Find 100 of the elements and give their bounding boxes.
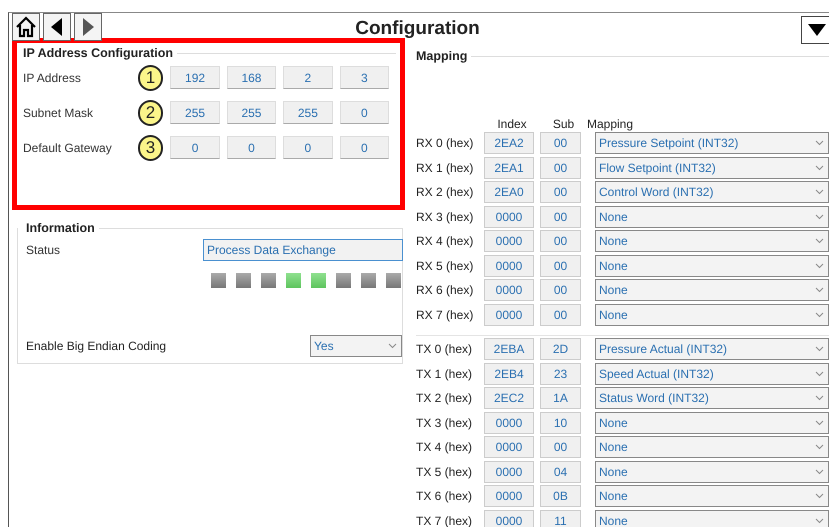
mapping-dropdown[interactable]: None <box>595 254 829 277</box>
chevron-down-icon <box>815 312 824 318</box>
endian-dropdown[interactable]: Yes <box>310 335 402 357</box>
mapping-dropdown[interactable]: None <box>595 206 829 228</box>
status-field[interactable]: Process Data Exchange <box>203 239 403 261</box>
channel-label: RX 7 (hex) <box>416 308 474 322</box>
mapping-dropdown[interactable]: None <box>595 436 829 458</box>
channel-label: RX 2 (hex) <box>416 185 474 200</box>
mapping-dropdown[interactable]: None <box>595 279 829 302</box>
channel-label: RX 1 (hex) <box>416 160 474 175</box>
sub-field[interactable]: 00 <box>540 436 581 458</box>
sub-field[interactable]: 23 <box>540 362 581 385</box>
chevron-down-icon <box>815 420 824 426</box>
octet-field[interactable]: 0 <box>340 136 390 159</box>
home-button[interactable] <box>12 13 40 41</box>
index-field[interactable]: 0000 <box>484 412 534 434</box>
field-label: Enable Big Endian Coding <box>26 339 166 353</box>
channel-label: TX 1 (hex) <box>416 366 474 381</box>
sub-field[interactable]: 10 <box>540 412 581 434</box>
index-field[interactable]: 2EA1 <box>484 156 534 179</box>
chevron-down-icon <box>815 444 824 450</box>
sub-field[interactable]: 11 <box>540 510 581 527</box>
down-triangle-icon <box>808 24 826 36</box>
mapping-dropdown[interactable]: None <box>595 230 829 252</box>
chevron-down-icon <box>815 164 824 171</box>
chevron-down-icon <box>815 262 824 269</box>
index-field[interactable]: 0000 <box>484 436 534 458</box>
column-header: Index <box>496 117 528 131</box>
callout-number: 3 <box>138 134 164 160</box>
mapping-dropdown[interactable]: None <box>595 510 829 527</box>
index-field[interactable]: 2EA2 <box>484 132 534 154</box>
forward-button[interactable] <box>74 13 102 41</box>
index-field[interactable]: 0000 <box>484 460 534 483</box>
octet-field[interactable]: 0 <box>283 136 333 159</box>
left-triangle-icon <box>51 18 63 36</box>
index-field[interactable]: 0000 <box>484 230 534 252</box>
octet-field[interactable]: 255 <box>283 101 333 124</box>
mapping-dropdown[interactable]: Status Word (INT32) <box>595 387 829 410</box>
field-label: Subnet Mask <box>23 106 94 120</box>
chevron-down-icon <box>815 370 824 377</box>
index-field[interactable]: 0000 <box>484 279 534 302</box>
octet-field[interactable]: 168 <box>226 66 276 89</box>
octet-field[interactable]: 192 <box>170 66 220 89</box>
sub-field[interactable]: 00 <box>540 132 581 154</box>
sub-field[interactable]: 00 <box>540 230 581 252</box>
mapping-dropdown[interactable]: None <box>595 485 829 508</box>
octet-field[interactable]: 2 <box>283 66 333 89</box>
octet-field[interactable]: 0 <box>170 136 220 159</box>
channel-label: RX 4 (hex) <box>416 234 474 248</box>
index-field[interactable]: 0000 <box>484 254 534 277</box>
sub-field[interactable]: 00 <box>540 156 581 179</box>
index-field[interactable]: 0000 <box>484 206 534 228</box>
channel-label: TX 3 (hex) <box>416 416 474 430</box>
index-field[interactable]: 2EA0 <box>484 181 534 204</box>
mapping-dropdown[interactable]: Speed Actual (INT32) <box>595 362 829 385</box>
index-field[interactable]: 0000 <box>484 510 534 527</box>
mapping-dropdown[interactable]: None <box>595 460 829 483</box>
sub-field[interactable]: 2D <box>540 338 581 360</box>
index-field[interactable]: 0000 <box>484 485 534 508</box>
mapping-dropdown[interactable]: Flow Setpoint (INT32) <box>595 156 829 179</box>
home-icon <box>15 16 37 38</box>
mapping-dropdown[interactable]: Control Word (INT32) <box>595 181 829 204</box>
octet-field[interactable]: 0 <box>226 136 276 159</box>
sub-field[interactable]: 00 <box>540 206 581 228</box>
back-button[interactable] <box>43 13 71 41</box>
octet-field[interactable]: 0 <box>340 101 390 124</box>
field-label: Status <box>26 243 62 257</box>
sub-field[interactable]: 00 <box>540 254 581 277</box>
channel-label: RX 3 (hex) <box>416 210 474 224</box>
sub-field[interactable]: 1A <box>540 387 581 410</box>
octet-field[interactable]: 3 <box>340 66 390 89</box>
mapping-dropdown[interactable]: None <box>595 304 829 326</box>
index-field[interactable]: 2EBA <box>484 338 534 360</box>
index-field[interactable]: 2EC2 <box>484 387 534 410</box>
index-field[interactable]: 2EB4 <box>484 362 534 385</box>
sub-field[interactable]: 00 <box>540 279 581 302</box>
sub-field[interactable]: 0B <box>540 485 581 508</box>
chevron-down-icon <box>815 518 824 524</box>
octet-field[interactable]: 255 <box>170 101 220 124</box>
menu-button[interactable] <box>801 16 829 44</box>
sub-field[interactable]: 00 <box>540 181 581 204</box>
callout-number: 2 <box>138 100 164 126</box>
chevron-down-icon <box>388 343 397 349</box>
index-field[interactable]: 0000 <box>484 304 534 326</box>
mapping-dropdown[interactable]: None <box>595 412 829 434</box>
channel-label: RX 6 (hex) <box>416 283 474 298</box>
chevron-down-icon <box>815 346 824 352</box>
callout-number: 1 <box>138 64 164 90</box>
mapping-dropdown[interactable]: Pressure Actual (INT32) <box>595 338 829 360</box>
octet-field[interactable]: 255 <box>226 101 276 124</box>
mapping-dropdown[interactable]: Pressure Setpoint (INT32) <box>595 132 829 154</box>
right-triangle-icon <box>82 18 94 36</box>
channel-label: TX 2 (hex) <box>416 391 474 406</box>
channel-label: TX 7 (hex) <box>416 514 474 527</box>
sub-field[interactable]: 00 <box>540 304 581 326</box>
channel-label: RX 0 (hex) <box>416 136 474 150</box>
sub-field[interactable]: 04 <box>540 460 581 483</box>
chevron-down-icon <box>815 493 824 500</box>
column-header: Sub <box>552 117 576 131</box>
chevron-down-icon <box>815 140 824 146</box>
